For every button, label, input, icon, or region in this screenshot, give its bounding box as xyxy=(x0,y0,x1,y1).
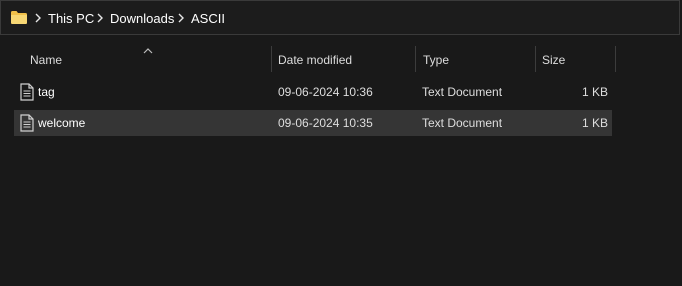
file-row-tag[interactable]: tag 09-06-2024 10:36 Text Document 1 KB xyxy=(14,79,612,105)
address-bar[interactable]: This PC Downloads ASCII xyxy=(0,0,680,35)
chevron-right-icon[interactable] xyxy=(176,10,186,26)
column-header-date-modified[interactable]: Date modified xyxy=(278,52,352,68)
column-header-size[interactable]: Size xyxy=(542,52,565,68)
file-row-welcome[interactable]: welcome 09-06-2024 10:35 Text Document 1… xyxy=(14,110,612,136)
column-header-type[interactable]: Type xyxy=(423,52,449,68)
sort-ascending-caret-icon xyxy=(143,42,153,54)
text-document-icon xyxy=(20,83,34,101)
chevron-right-icon[interactable] xyxy=(95,10,105,26)
chevron-right-icon[interactable] xyxy=(33,10,43,26)
file-name[interactable]: tag xyxy=(38,84,55,100)
breadcrumb-ascii[interactable]: ASCII xyxy=(191,11,225,27)
breadcrumb-downloads[interactable]: Downloads xyxy=(110,11,174,27)
text-document-icon xyxy=(20,114,34,132)
folder-icon[interactable] xyxy=(10,10,28,25)
column-header-name[interactable]: Name xyxy=(30,52,62,68)
file-name[interactable]: welcome xyxy=(38,115,85,131)
file-type: Text Document xyxy=(422,85,503,99)
column-divider[interactable] xyxy=(415,46,416,72)
file-date-modified: 09-06-2024 10:35 xyxy=(278,116,373,130)
breadcrumb-this-pc[interactable]: This PC xyxy=(48,11,94,27)
file-explorer-window: This PC Downloads ASCII Name Date modifi… xyxy=(0,0,682,286)
file-size: 1 KB xyxy=(581,85,608,99)
file-date-modified: 09-06-2024 10:36 xyxy=(278,85,373,99)
file-type: Text Document xyxy=(422,116,503,130)
column-divider[interactable] xyxy=(271,46,272,72)
column-divider[interactable] xyxy=(535,46,536,72)
file-size: 1 KB xyxy=(581,116,608,130)
column-divider[interactable] xyxy=(615,46,616,72)
